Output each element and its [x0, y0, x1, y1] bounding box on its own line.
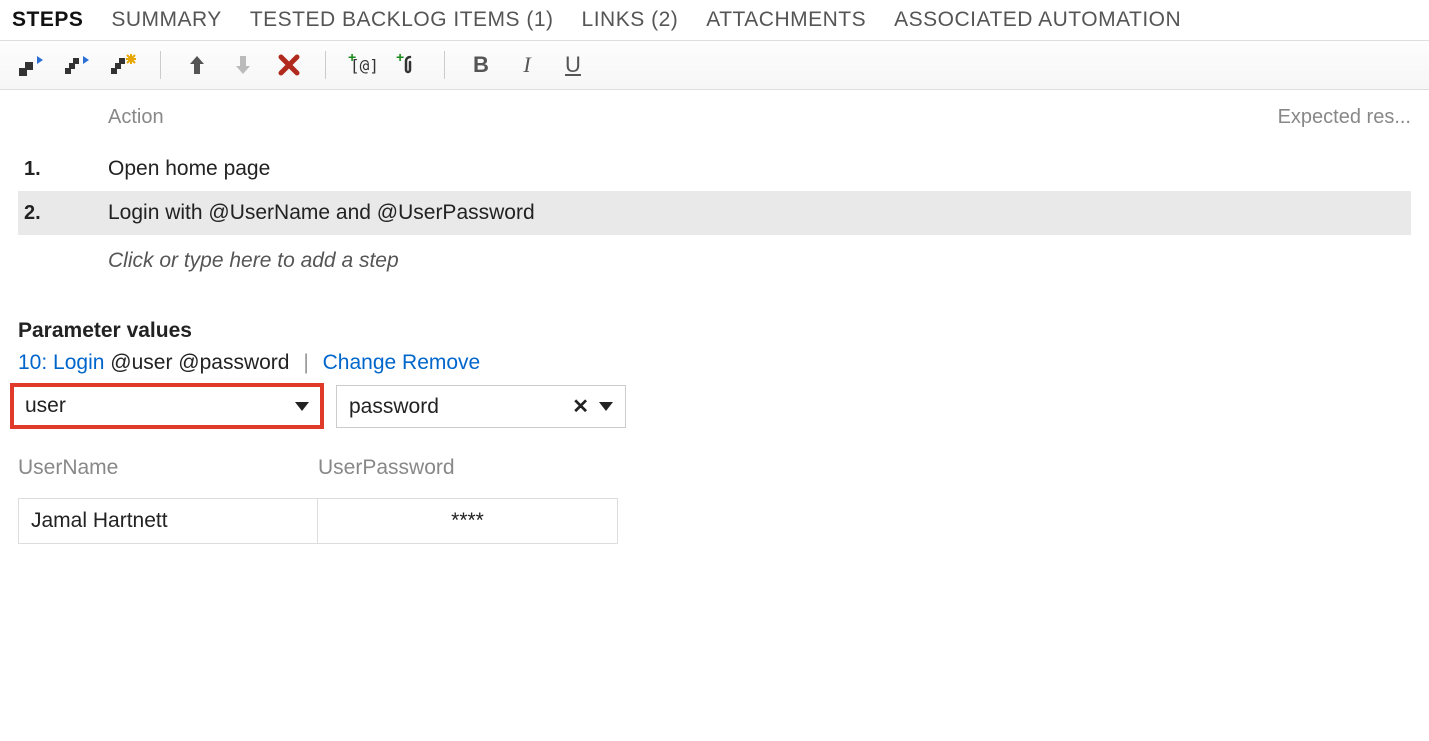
parameter-table-header: UserName UserPassword — [18, 456, 1429, 480]
parameter-mapping-row: user password ✕ — [12, 385, 1429, 428]
separator: | — [303, 351, 308, 374]
column-header-action: Action — [108, 106, 1278, 129]
change-link[interactable]: Change — [323, 351, 397, 374]
add-step-placeholder[interactable]: Click or type here to add a step — [18, 235, 1411, 291]
insert-shared-step-icon[interactable] — [64, 51, 92, 79]
chevron-down-icon — [295, 402, 309, 411]
tab-associated-automation[interactable]: ASSOCIATED AUTOMATION — [894, 6, 1181, 34]
step-row[interactable]: 1. Open home page — [18, 147, 1411, 191]
remove-link[interactable]: Remove — [402, 351, 480, 374]
toolbar-separator — [325, 51, 326, 79]
tab-steps[interactable]: STEPS — [12, 6, 83, 34]
tab-links[interactable]: LINKS (2) — [582, 6, 679, 34]
bold-button[interactable]: B — [467, 51, 495, 79]
username-cell[interactable]: Jamal Hartnett — [18, 498, 318, 544]
parameter-set-line: 10: Login @user @password | Change Remov… — [18, 351, 1429, 375]
steps-header: Action Expected res... — [18, 106, 1411, 129]
parameter-values-title: Parameter values — [18, 319, 1429, 343]
underline-button[interactable]: U — [559, 51, 587, 79]
tab-bar: STEPS SUMMARY TESTED BACKLOG ITEMS (1) L… — [0, 0, 1429, 41]
move-down-icon[interactable] — [229, 51, 257, 79]
add-attachment-icon[interactable]: + — [394, 51, 422, 79]
tab-attachments[interactable]: ATTACHMENTS — [706, 6, 866, 34]
toolbar-separator — [444, 51, 445, 79]
column-header-userpassword: UserPassword — [318, 456, 618, 480]
dropdown-value: password — [349, 395, 439, 419]
user-mapping-dropdown[interactable]: user — [12, 385, 322, 427]
italic-button[interactable]: I — [513, 51, 541, 79]
dropdown-value: user — [25, 394, 66, 418]
steps-grid: Action Expected res... 1. Open home page… — [0, 90, 1429, 299]
parameter-set-suffix-text: @user @password — [110, 351, 289, 374]
chevron-down-icon — [599, 402, 613, 411]
toolbar: [@]+ + B I U — [0, 41, 1429, 90]
add-parameter-icon[interactable]: [@]+ — [348, 51, 376, 79]
delete-icon[interactable] — [275, 51, 303, 79]
column-header-expected: Expected res... — [1278, 106, 1411, 129]
step-number: 1. — [18, 158, 108, 181]
new-shared-step-icon[interactable] — [110, 51, 138, 79]
svg-text:+: + — [396, 53, 404, 65]
step-action[interactable]: Login with @UserName and @UserPassword — [108, 201, 1411, 225]
userpassword-cell[interactable]: **** — [318, 498, 618, 544]
column-header-username: UserName — [18, 456, 318, 480]
toolbar-separator — [160, 51, 161, 79]
step-action[interactable]: Open home page — [108, 157, 1411, 181]
password-mapping-dropdown[interactable]: password ✕ — [336, 385, 626, 428]
step-number: 2. — [18, 202, 108, 225]
parameter-table: UserName UserPassword Jamal Hartnett ***… — [18, 456, 1429, 544]
svg-text:+: + — [348, 54, 356, 65]
move-up-icon[interactable] — [183, 51, 211, 79]
tab-summary[interactable]: SUMMARY — [111, 6, 221, 34]
insert-step-icon[interactable] — [18, 51, 46, 79]
parameter-table-row[interactable]: Jamal Hartnett **** — [18, 498, 1429, 544]
parameter-set-link[interactable]: 10: Login — [18, 351, 104, 374]
clear-icon[interactable]: ✕ — [572, 394, 589, 419]
tab-tested-backlog-items[interactable]: TESTED BACKLOG ITEMS (1) — [250, 6, 554, 34]
step-row[interactable]: 2. Login with @UserName and @UserPasswor… — [18, 191, 1411, 235]
